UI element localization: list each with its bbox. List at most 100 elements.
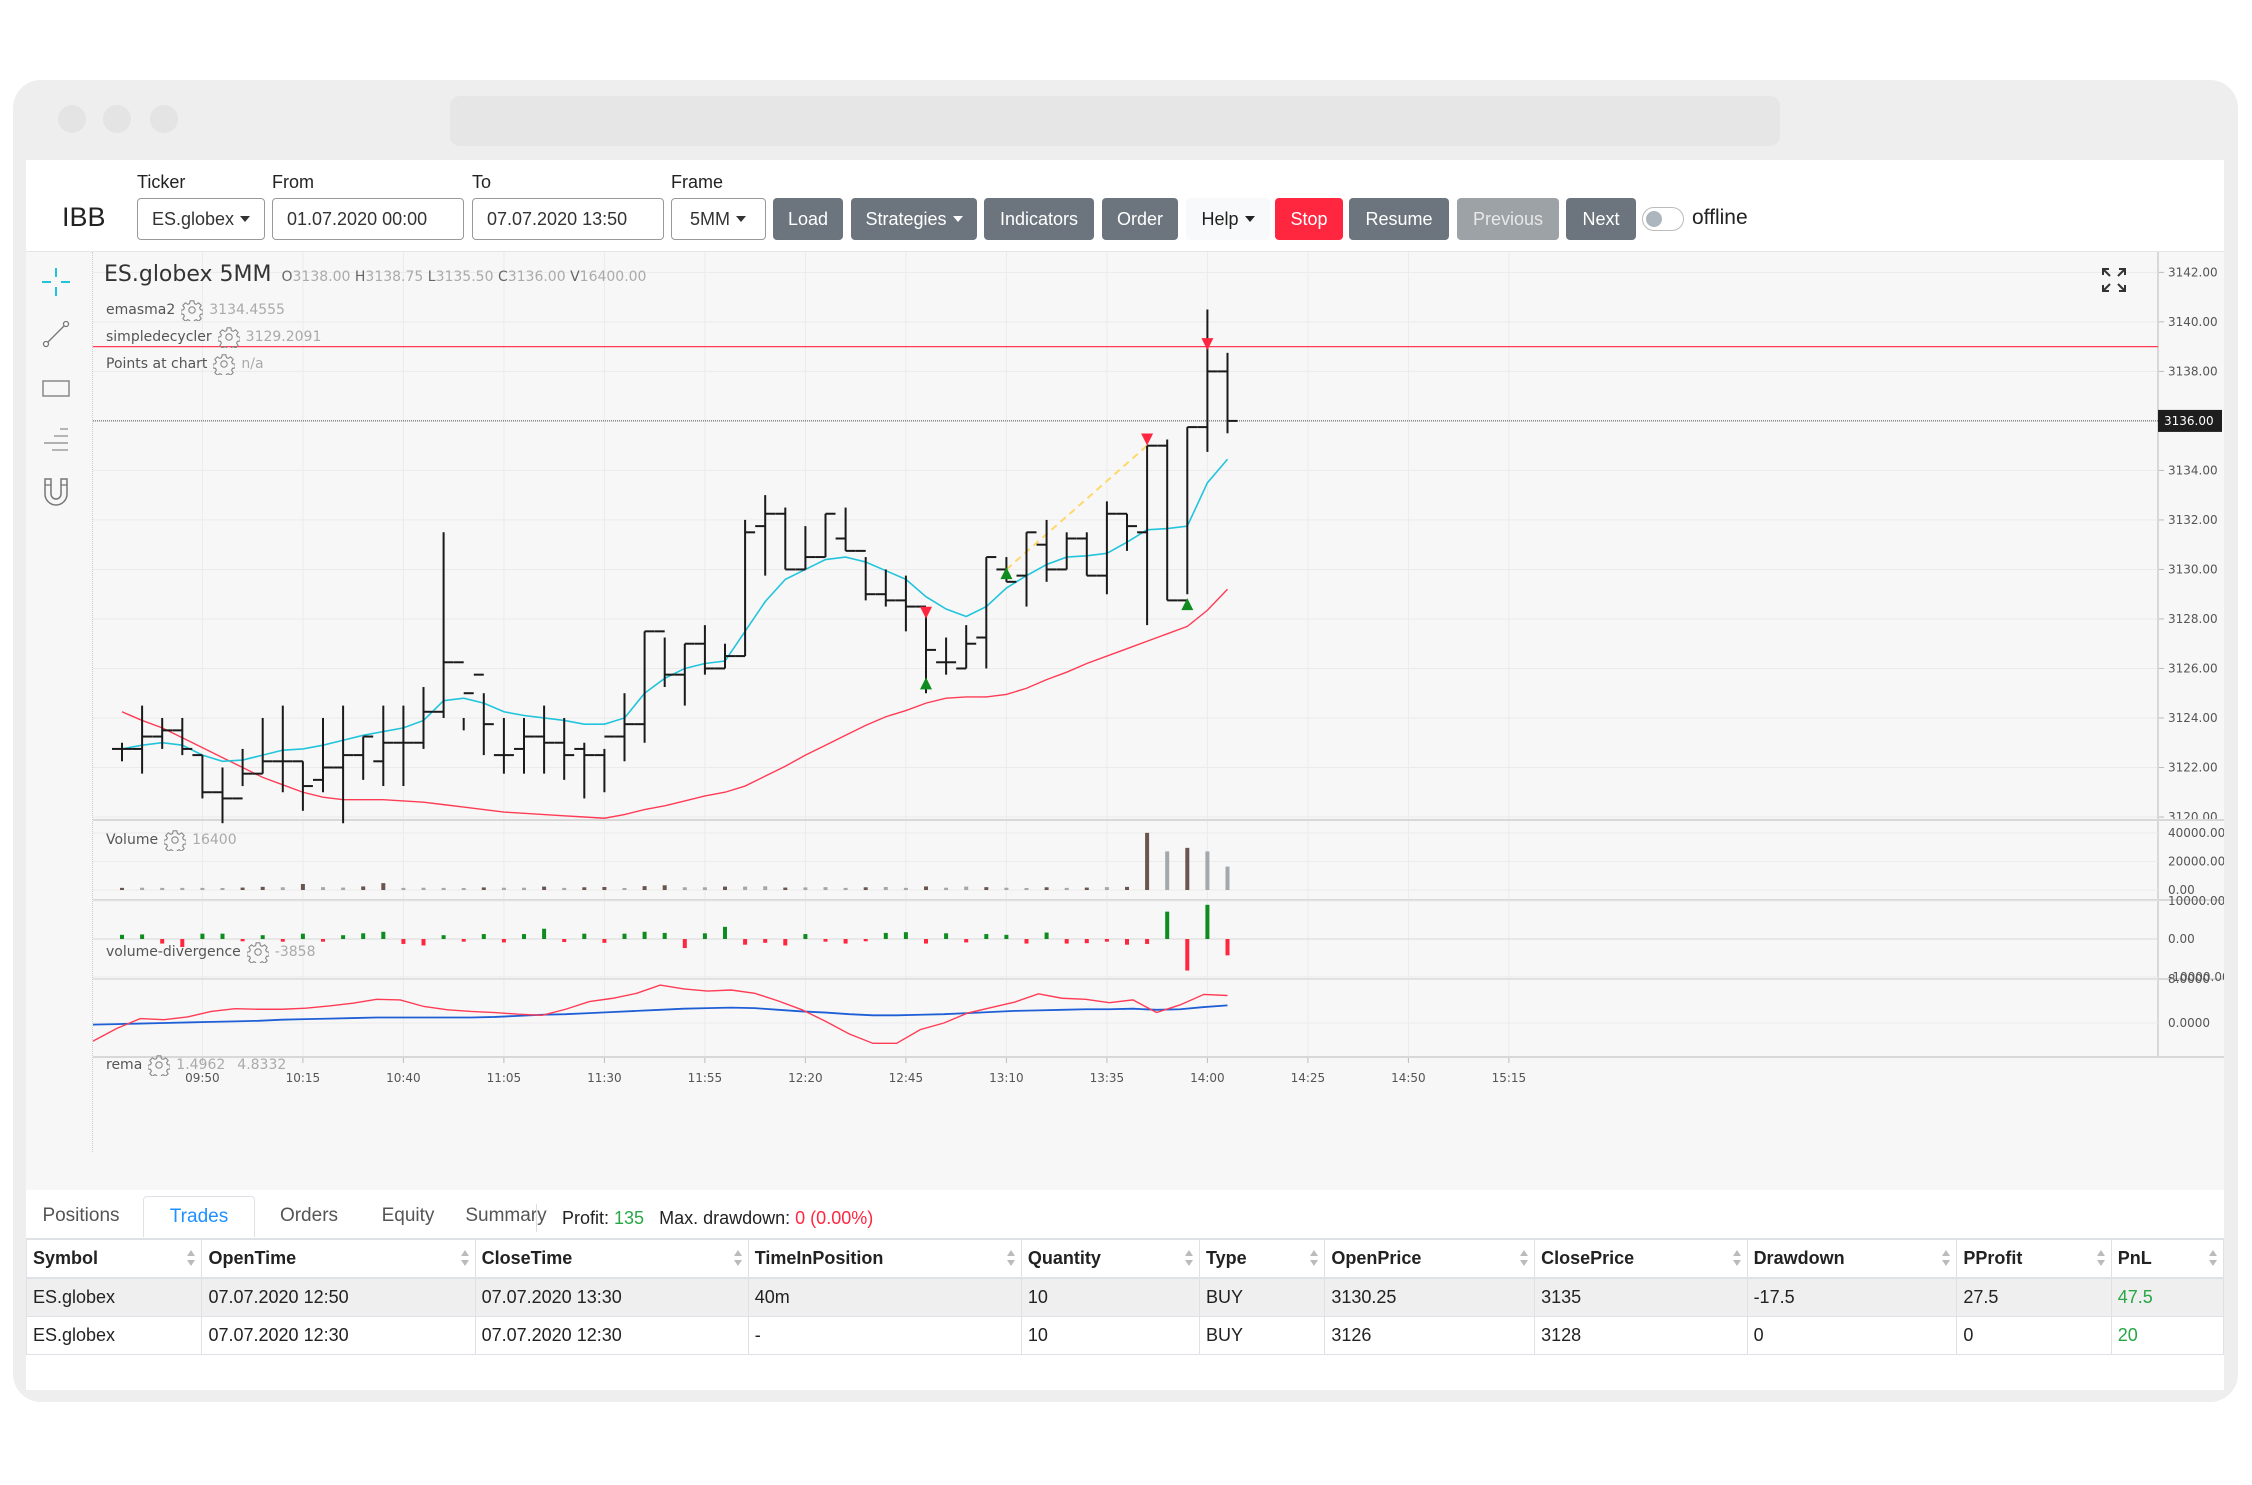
previous-button[interactable]: Previous	[1457, 198, 1559, 240]
window-close-dot[interactable]	[58, 105, 86, 133]
gear-icon[interactable]	[181, 299, 204, 321]
gear-icon[interactable]	[148, 1054, 171, 1076]
column-header-openprice[interactable]: OpenPrice	[1324, 1238, 1536, 1279]
window-maximize-dot[interactable]	[150, 105, 178, 133]
time-tick-label: 10:40	[386, 1071, 421, 1085]
magnet-icon[interactable]	[40, 476, 72, 508]
sort-icon[interactable]	[1184, 1250, 1193, 1268]
volume-bar	[1185, 847, 1190, 890]
app-brand: IBB	[62, 202, 106, 232]
sort-icon[interactable]	[2209, 1250, 2217, 1268]
fibonacci-tool-icon[interactable]	[40, 424, 72, 456]
volume-divergence-bar	[702, 933, 707, 939]
tab-orders[interactable]: Orders	[257, 1196, 361, 1236]
rema-tick-label: 0.0000	[2168, 1016, 2210, 1030]
sort-icon[interactable]	[1942, 1250, 1951, 1268]
price-tick-label: 3142.00	[2168, 265, 2218, 279]
tab-summary[interactable]: Summary	[441, 1196, 571, 1236]
volume-divergence-bar	[361, 933, 366, 939]
volume-divergence-bar	[743, 939, 748, 945]
close-label: C	[497, 269, 508, 285]
chart-canvas[interactable]: 09:50 10:15 10:40 11:05 11:30 11:55 12:20 12:45…	[26, 252, 2224, 1190]
rectangle-tool-icon[interactable]	[40, 372, 72, 404]
volume-divergence-bar	[964, 939, 969, 943]
volume-divergence-bar	[481, 934, 486, 939]
tab-positions[interactable]: Positions	[26, 1196, 136, 1236]
column-header-opentime[interactable]: OpenTime	[201, 1238, 476, 1279]
volume-bar	[1225, 866, 1230, 890]
time-tick-label: 11:30	[587, 1071, 622, 1085]
volume-bar	[120, 887, 124, 890]
resume-button[interactable]: Resume	[1349, 198, 1449, 240]
sort-icon[interactable]	[733, 1250, 742, 1268]
load-button[interactable]: Load	[773, 198, 843, 240]
volume-bar	[160, 887, 165, 890]
column-header-symbol[interactable]: Symbol	[25, 1238, 203, 1279]
column-header-quantity[interactable]: Quantity	[1020, 1238, 1200, 1279]
offline-toggle[interactable]	[1642, 207, 1684, 231]
gear-icon[interactable]	[246, 941, 269, 963]
chart-background	[26, 252, 2224, 1190]
column-header-closetime[interactable]: CloseTime	[474, 1238, 749, 1279]
column-header-type[interactable]: Type	[1198, 1238, 1326, 1279]
volume-bar	[924, 886, 928, 890]
table-row[interactable]: ES.globex 07.07.2020 12:50 07.07.2020 13:3…	[25, 1277, 2225, 1317]
address-bar[interactable]	[450, 96, 1780, 146]
volume-divergence-bar	[783, 939, 788, 946]
sort-icon[interactable]	[187, 1250, 196, 1268]
column-header-pprofit[interactable]: PProfit	[1956, 1238, 2112, 1279]
stop-button[interactable]: Stop	[1275, 198, 1343, 240]
volume-bar	[1205, 851, 1210, 890]
profit-summary: Profit: 135 Max. drawdown: 0 (0.00%)	[562, 1208, 873, 1229]
gear-icon[interactable]	[164, 829, 187, 851]
crosshair-icon[interactable]	[40, 266, 72, 298]
volume-bar	[300, 884, 305, 890]
trendline-tool-icon[interactable]	[40, 318, 72, 350]
column-header-drawdown[interactable]: Drawdown	[1746, 1238, 1958, 1279]
sort-icon[interactable]	[460, 1250, 469, 1268]
indicators-button[interactable]: Indicators	[984, 198, 1094, 240]
volume-divergence-bar	[140, 934, 145, 939]
tab-trades[interactable]: Trades	[143, 1196, 255, 1237]
next-button[interactable]: Next	[1566, 198, 1636, 240]
volume-divergence-bar	[421, 939, 426, 946]
volume-divergence-bar	[1125, 939, 1129, 945]
volume-divergence-bar	[1044, 932, 1049, 939]
volume-bar	[582, 887, 587, 890]
column-header-pnl[interactable]: PnL	[2110, 1238, 2225, 1279]
from-date-input[interactable]: 01.07.2020 00:00	[272, 198, 464, 240]
chart-area[interactable]: 09:50 10:15 10:40 11:05 11:30 11:55 12:20 12:45…	[26, 251, 2224, 1190]
strategies-button[interactable]: Strategies	[851, 198, 977, 240]
volume-bar	[602, 887, 607, 890]
cell-pprofit: 27.5	[1956, 1277, 2112, 1317]
indicator-name: rema	[106, 1057, 143, 1073]
column-header-closeprice[interactable]: ClosePrice	[1534, 1238, 1748, 1279]
sort-icon[interactable]	[2096, 1250, 2105, 1268]
column-header-label: OpenPrice	[1331, 1248, 1422, 1268]
help-button[interactable]: Help	[1186, 198, 1270, 240]
sort-icon[interactable]	[1006, 1250, 1015, 1268]
ticker-select[interactable]: ES.globex	[137, 198, 265, 240]
time-tick-label: 11:05	[487, 1071, 522, 1085]
price-tick-label: 3138.00	[2168, 364, 2218, 378]
sort-icon[interactable]	[1520, 1250, 1529, 1268]
column-header-label: Symbol	[33, 1248, 99, 1268]
volume-divergence-bar	[843, 939, 848, 944]
order-button[interactable]: Order	[1102, 198, 1178, 240]
indicator-value: 3134.4555	[209, 302, 285, 318]
to-date-input[interactable]: 07.07.2020 13:50	[472, 198, 664, 240]
volume-divergence-bar	[984, 934, 989, 939]
sort-icon[interactable]	[1732, 1250, 1741, 1268]
fullscreen-icon[interactable]	[2099, 265, 2129, 295]
time-tick-label: 11:55	[688, 1071, 723, 1085]
column-header-timeinposition[interactable]: TimeInPosition	[747, 1238, 1022, 1279]
gear-icon[interactable]	[213, 353, 236, 375]
sort-icon[interactable]	[1310, 1250, 1319, 1268]
volume-divergence-bar	[501, 939, 506, 943]
drawing-toolbar	[26, 252, 93, 1152]
low-label: L	[427, 269, 436, 285]
gear-icon[interactable]	[217, 326, 240, 348]
frame-select[interactable]: 5MM	[671, 198, 766, 240]
window-minimize-dot[interactable]	[103, 105, 131, 133]
table-row[interactable]: ES.globex 07.07.2020 12:30 07.07.2020 12:3…	[25, 1316, 2225, 1355]
